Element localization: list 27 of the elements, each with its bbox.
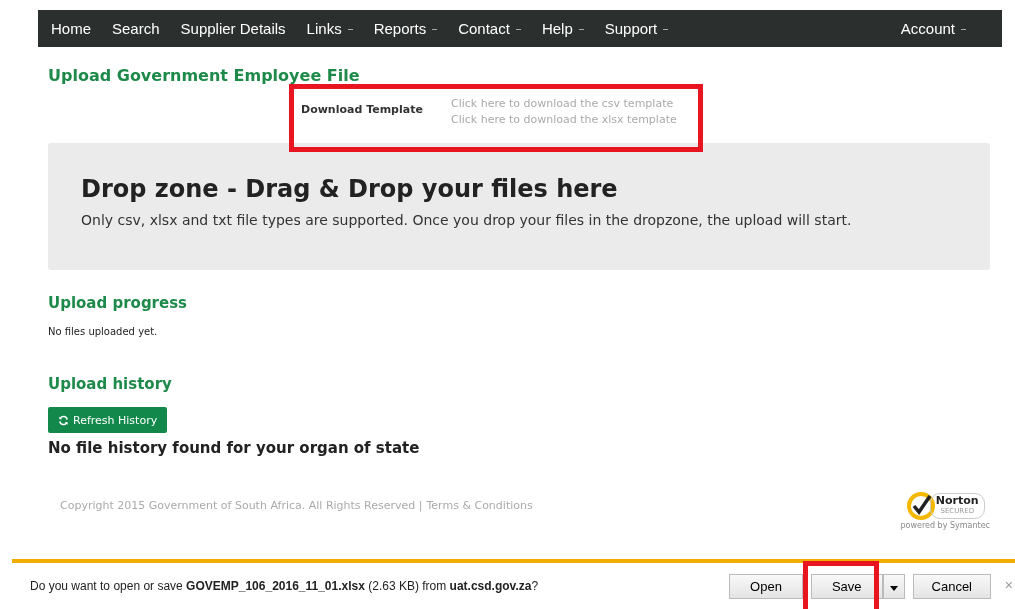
nav-link[interactable]: Contact — [458, 20, 521, 37]
account-menu[interactable]: Account — [900, 20, 966, 37]
refresh-icon — [58, 414, 69, 426]
section-heading: Upload progress — [48, 294, 189, 312]
dialog-button[interactable]: Cancel — [912, 573, 991, 599]
save-button[interactable]: Save — [810, 573, 883, 599]
save-options-button[interactable] — [882, 573, 905, 599]
drop-zone-hint: Only csv, xlsx and txt file types are supported. Once you drop your files in the dropzone, the upload will start. — [81, 212, 853, 228]
nav-link[interactable]: Reports — [373, 20, 438, 37]
nav-link[interactable]: Help — [541, 20, 584, 37]
nav-link[interactable]: Supplier Details — [180, 20, 286, 37]
progress-status: No files uploaded yet. — [48, 326, 159, 337]
drop-zone[interactable]: Drop zone - Drag & Drop your files here Only csv, xlsx and txt file types are supported. Once you drop your files in the dropzone, the upload will start. — [48, 143, 990, 270]
download-prompt: Do you want to open or save GOVEMP_106_2016_11_01.xlsx (2.63 KB) from uat.csd.gov.za? — [30, 579, 539, 593]
drop-zone-title: Drop zone - Drag & Drop your files here — [81, 175, 619, 203]
page-title: Upload Government Employee File — [48, 66, 361, 85]
caret-icon — [889, 585, 898, 591]
dialog-button[interactable]: Open — [729, 573, 803, 599]
history-status: No file history found for your organ of state — [48, 439, 421, 457]
section-heading: Upload history — [48, 375, 173, 393]
nav-link[interactable]: Support — [604, 20, 669, 37]
refresh-history-button[interactable]: Refresh History — [48, 407, 168, 433]
nav-link[interactable]: Search — [112, 20, 160, 37]
nav-link[interactable]: Home — [51, 20, 91, 37]
nav-link[interactable]: Links — [306, 20, 353, 37]
copyright-text: Copyright 2015 Government of South Africa. All Rights Reserved | — [60, 499, 423, 512]
download-template-label: Download Template — [301, 103, 424, 118]
